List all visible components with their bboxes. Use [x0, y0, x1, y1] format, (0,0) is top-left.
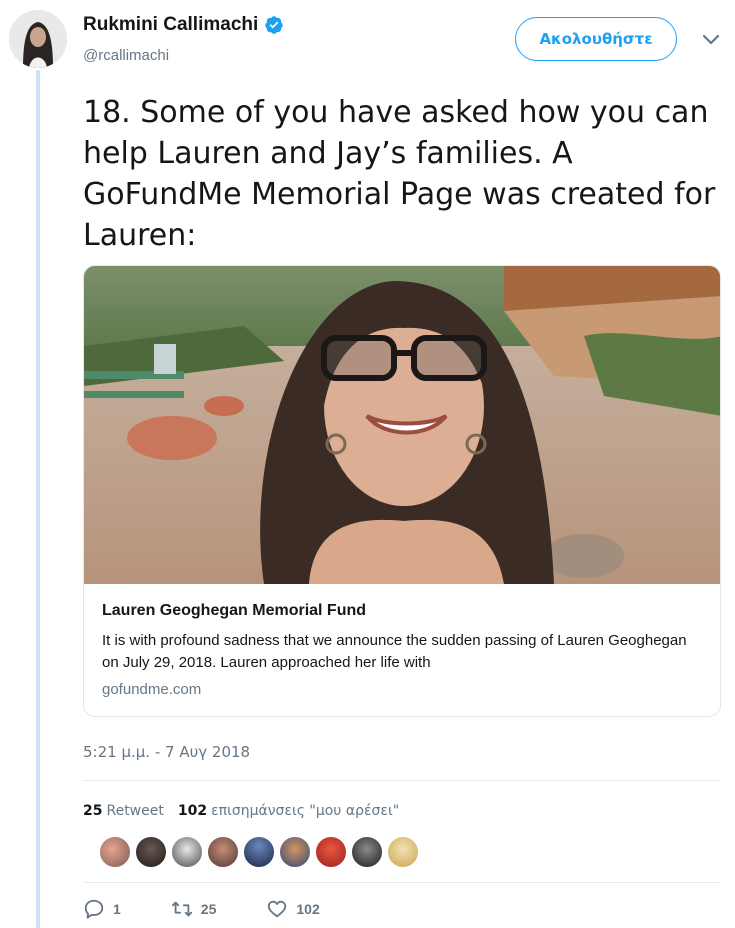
tweet-text: 18. Some of you have asked how you can h… [83, 95, 716, 253]
chevron-down-icon[interactable] [702, 34, 720, 46]
like-count: 102 [296, 901, 320, 917]
card-description: It is with profound sadness that we anno… [102, 632, 687, 671]
tweet-actions: 1 25 102 [83, 898, 370, 920]
thread-connector-line [36, 70, 40, 928]
retweet-stat-label: Retweet [106, 803, 164, 819]
liker-avatar[interactable] [243, 836, 275, 868]
retweet-count: 25 [200, 901, 217, 917]
liker-avatar[interactable] [135, 836, 167, 868]
card-photo[interactable] [84, 266, 721, 584]
retweet-icon[interactable] [171, 898, 193, 920]
card-title[interactable]: Lauren Geoghegan Memorial Fund [102, 602, 366, 620]
likes-stat[interactable]: 102 επισημάνσεις "μου αρέσει" [178, 803, 399, 819]
author-display-name[interactable]: Rukmini Callimachi [83, 14, 258, 36]
liker-avatar[interactable] [99, 836, 131, 868]
heart-icon[interactable] [266, 898, 288, 920]
engagement-stats: 25 Retweet 102 επισημάνσεις "μου αρέσει" [83, 803, 399, 819]
retweet-action[interactable]: 25 [171, 898, 217, 920]
divider [83, 882, 721, 883]
divider [83, 780, 721, 781]
reply-count: 1 [113, 901, 121, 917]
reply-icon[interactable] [83, 898, 105, 920]
liker-avatar[interactable] [315, 836, 347, 868]
liker-avatar[interactable] [279, 836, 311, 868]
liker-avatar[interactable] [351, 836, 383, 868]
tweet-header: Rukmini Callimachi @rcallimachi Ακολουθή… [0, 0, 735, 80]
liker-avatar[interactable] [207, 836, 239, 868]
likes-stat-label: επισημάνσεις "μου αρέσει" [211, 803, 400, 819]
retweet-stat-count: 25 [83, 803, 103, 819]
likes-stat-count: 102 [177, 803, 208, 819]
author-handle[interactable]: @rcallimachi [83, 47, 169, 64]
follow-button[interactable]: Ακολουθήστε [515, 17, 677, 61]
card-domain: gofundme.com [102, 681, 202, 698]
retweet-stat[interactable]: 25 Retweet [83, 803, 164, 819]
verified-badge-icon [265, 16, 284, 34]
liker-avatar[interactable] [171, 836, 203, 868]
reply-action[interactable]: 1 [83, 898, 121, 920]
like-action[interactable]: 102 [266, 898, 320, 920]
liker-avatars [99, 836, 419, 868]
tweet-timestamp[interactable]: 5:21 μ.μ. - 7 Αυγ 2018 [83, 743, 250, 761]
link-preview-card[interactable]: Lauren Geoghegan Memorial Fund It is wit… [83, 265, 721, 717]
author-avatar[interactable] [9, 10, 67, 68]
liker-avatar[interactable] [387, 836, 419, 868]
